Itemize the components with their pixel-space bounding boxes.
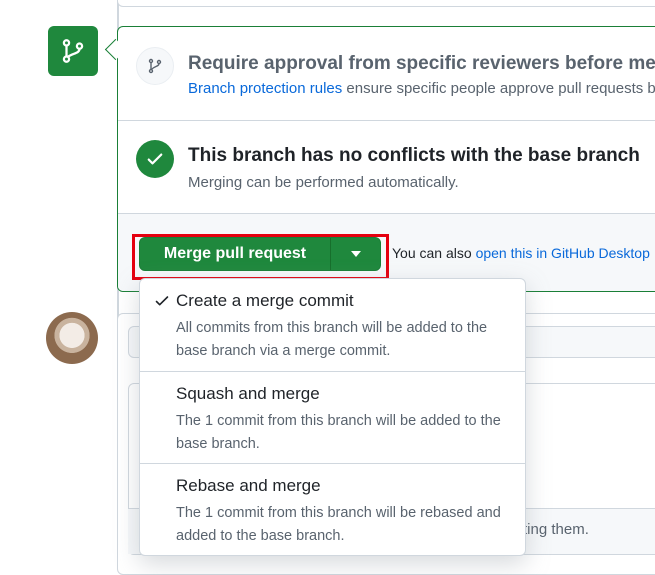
review-subtitle-text: ensure specific people approve pull requ… — [346, 80, 655, 97]
avatar[interactable] — [46, 312, 98, 364]
review-subtitle: Branch protection rules ensure specific … — [188, 80, 655, 97]
check-circle — [136, 140, 174, 178]
background-partial-text: ting them. — [523, 521, 589, 538]
conflict-subtitle: Merging can be performed automatically. — [188, 174, 459, 191]
previous-card-edge — [117, 0, 655, 7]
triangle-down-icon — [350, 251, 361, 257]
conflict-title: This branch has no conflicts with the ba… — [188, 145, 640, 166]
merge-option-title: Squash and merge — [176, 384, 320, 403]
merge-pull-request-button[interactable]: Merge pull request — [140, 238, 331, 270]
merge-method-dropdown-button[interactable] — [331, 238, 380, 270]
merge-option-title: Create a merge commit — [176, 291, 354, 310]
desktop-hint-text: You can also — [392, 245, 476, 261]
merge-option-squash-and-merge[interactable]: Squash and merge The 1 commit from this … — [140, 372, 525, 464]
open-in-desktop-link[interactable]: open this in GitHub Desktop — [476, 245, 650, 261]
git-branch-icon — [148, 58, 162, 74]
branch-protection-rules-link[interactable]: Branch protection rules — [188, 80, 342, 97]
merge-option-title: Rebase and merge — [176, 476, 321, 495]
check-icon — [147, 153, 163, 165]
merge-option-description: The 1 commit from this branch will be ad… — [176, 413, 501, 452]
git-merge-badge — [48, 26, 98, 76]
merge-option-description: All commits from this branch will be add… — [176, 320, 488, 359]
merge-option-create-merge-commit[interactable]: Create a merge commit All commits from t… — [140, 279, 525, 372]
merge-pull-request-button-group: Merge pull request — [139, 237, 381, 271]
git-branch-icon — [62, 39, 84, 63]
review-title: Require approval from specific reviewers… — [188, 53, 655, 74]
no-conflicts-section: This branch has no conflicts with the ba… — [118, 121, 655, 214]
check-icon — [155, 296, 169, 306]
desktop-hint: You can also open this in GitHub Desktop — [392, 245, 650, 261]
merge-method-menu: Create a merge commit All commits from t… — [139, 278, 526, 556]
review-icon-circle — [136, 47, 174, 85]
merge-option-description: The 1 commit from this branch will be re… — [176, 505, 501, 544]
merge-option-rebase-and-merge[interactable]: Rebase and merge The 1 commit from this … — [140, 464, 525, 555]
review-requirement-section: Require approval from specific reviewers… — [118, 27, 655, 121]
